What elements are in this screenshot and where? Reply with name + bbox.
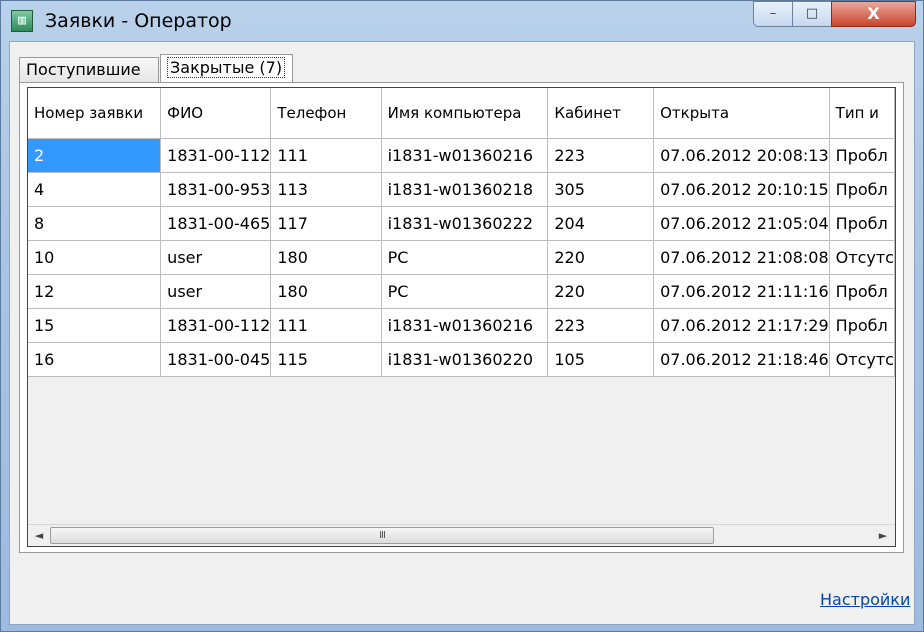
cell-type[interactable]: Отсутс (829, 342, 895, 377)
cell-phone[interactable]: 180 (270, 274, 382, 309)
cell-opened[interactable]: 07.06.2012 20:10:15 (653, 172, 830, 207)
cell-number[interactable]: 2 (28, 138, 162, 173)
table-row[interactable]: 15 1831-00-112 111 i1831-w01360216 223 07.06.… (28, 308, 895, 343)
cell-number[interactable]: 15 (28, 308, 162, 343)
cell-opened[interactable]: 07.06.2012 21:11:16 (653, 274, 830, 309)
client-area: Поступившие (0) Закрытые (7) Номер заявк… (9, 41, 915, 625)
cell-computer[interactable]: PC (381, 274, 549, 309)
column-header-computer[interactable]: Имя компьютера (381, 88, 549, 139)
main-window: ▥ Заявки - Оператор – □ X Поступившие (0… (0, 0, 924, 632)
scroll-left-arrow-icon[interactable]: ◄ (32, 529, 46, 543)
cell-computer[interactable]: PC (381, 240, 549, 275)
cell-opened[interactable]: 07.06.2012 21:17:29 (653, 308, 830, 343)
settings-link[interactable]: Настройки (820, 590, 910, 609)
column-header-opened[interactable]: Открыта (653, 88, 830, 139)
cell-phone[interactable]: 111 (270, 138, 382, 173)
cell-opened[interactable]: 07.06.2012 20:08:13 (653, 138, 830, 173)
table-row[interactable]: 2 1831-00-112 111 i1831-w01360216 223 07.06.2… (28, 138, 895, 173)
cell-type[interactable]: Пробл (829, 308, 895, 343)
cell-name[interactable]: 1831-00-953 (160, 172, 272, 207)
column-header-phone[interactable]: Телефон (270, 88, 382, 139)
cell-phone[interactable]: 111 (270, 308, 382, 343)
cell-phone[interactable]: 180 (270, 240, 382, 275)
tab-closed-label: Закрытые (7) (167, 57, 286, 78)
cell-computer[interactable]: i1831-w01360216 (381, 308, 549, 343)
cell-phone[interactable]: 115 (270, 342, 382, 377)
scroll-right-arrow-icon[interactable]: ► (876, 529, 890, 543)
title-bar[interactable]: ▥ Заявки - Оператор – □ X (1, 1, 923, 41)
column-header-number[interactable]: Номер заявки (28, 88, 162, 139)
cell-name[interactable]: 1831-00-045 (160, 342, 272, 377)
cell-number[interactable]: 8 (28, 206, 162, 241)
tab-incoming[interactable]: Поступившие (0) (19, 57, 159, 103)
cell-room[interactable]: 220 (547, 240, 655, 275)
column-header-room[interactable]: Кабинет (547, 88, 655, 139)
cell-computer[interactable]: i1831-w01360218 (381, 172, 549, 207)
cell-number[interactable]: 10 (28, 240, 162, 275)
cell-type[interactable]: Отсутс (829, 240, 895, 275)
cell-type[interactable]: Пробл (829, 274, 895, 309)
maximize-button[interactable]: □ (792, 1, 832, 27)
cell-opened[interactable]: 07.06.2012 21:18:46 (653, 342, 830, 377)
cell-name[interactable]: 1831-00-112 (160, 308, 272, 343)
table-row[interactable]: 16 1831-00-045 115 i1831-w01360220 105 07.06.… (28, 342, 895, 377)
cell-type[interactable]: Пробл (829, 206, 895, 241)
cell-phone[interactable]: 113 (270, 172, 382, 207)
cell-number[interactable]: 12 (28, 274, 162, 309)
cell-name[interactable]: user (160, 240, 272, 275)
tab-panel-closed: Номер заявки ФИО Телефон Имя компьютера … (19, 82, 904, 553)
cell-name[interactable]: 1831-00-112 (160, 138, 272, 173)
cell-name[interactable]: user (160, 274, 272, 309)
cell-room[interactable]: 220 (547, 274, 655, 309)
cell-room[interactable]: 223 (547, 308, 655, 343)
header-row: Номер заявки ФИО Телефон Имя компьютера … (28, 88, 895, 139)
table-row[interactable]: 12 user 180 PC 220 07.06.2012 21:11:16 Пробл (28, 274, 895, 309)
tab-closed[interactable]: Закрытые (7) (160, 54, 293, 84)
cell-opened[interactable]: 07.06.2012 21:08:08 (653, 240, 830, 275)
cell-computer[interactable]: i1831-w01360222 (381, 206, 549, 241)
table-row[interactable]: 8 1831-00-465 117 i1831-w01360222 204 07.06.2… (28, 206, 895, 241)
cell-type[interactable]: Пробл (829, 138, 895, 173)
cell-room[interactable]: 223 (547, 138, 655, 173)
cell-opened[interactable]: 07.06.2012 21:05:04 (653, 206, 830, 241)
table-row[interactable]: 4 1831-00-953 113 i1831-w01360218 305 07.06.2… (28, 172, 895, 207)
cell-phone[interactable]: 117 (270, 206, 382, 241)
scrollbar-thumb[interactable]: III (50, 527, 714, 544)
window-title: Заявки - Оператор (45, 10, 232, 32)
cell-computer[interactable]: i1831-w01360220 (381, 342, 549, 377)
requests-table: Номер заявки ФИО Телефон Имя компьютера … (28, 88, 895, 377)
column-header-name[interactable]: ФИО (160, 88, 272, 139)
cell-room[interactable]: 305 (547, 172, 655, 207)
cell-computer[interactable]: i1831-w01360216 (381, 138, 549, 173)
cell-room[interactable]: 204 (547, 206, 655, 241)
cell-type[interactable]: Пробл (829, 172, 895, 207)
cell-number[interactable]: 16 (28, 342, 162, 377)
cell-number[interactable]: 4 (28, 172, 162, 207)
column-header-type[interactable]: Тип и (829, 88, 895, 139)
app-icon: ▥ (11, 10, 33, 32)
requests-grid[interactable]: Номер заявки ФИО Телефон Имя компьютера … (27, 87, 896, 547)
table-row[interactable]: 10 user 180 PC 220 07.06.2012 21:08:08 Отсутс (28, 240, 895, 275)
minimize-button[interactable]: – (753, 1, 793, 27)
horizontal-scrollbar[interactable]: ◄ III ► (28, 524, 895, 546)
close-button[interactable]: X (831, 1, 916, 27)
cell-name[interactable]: 1831-00-465 (160, 206, 272, 241)
cell-room[interactable]: 105 (547, 342, 655, 377)
